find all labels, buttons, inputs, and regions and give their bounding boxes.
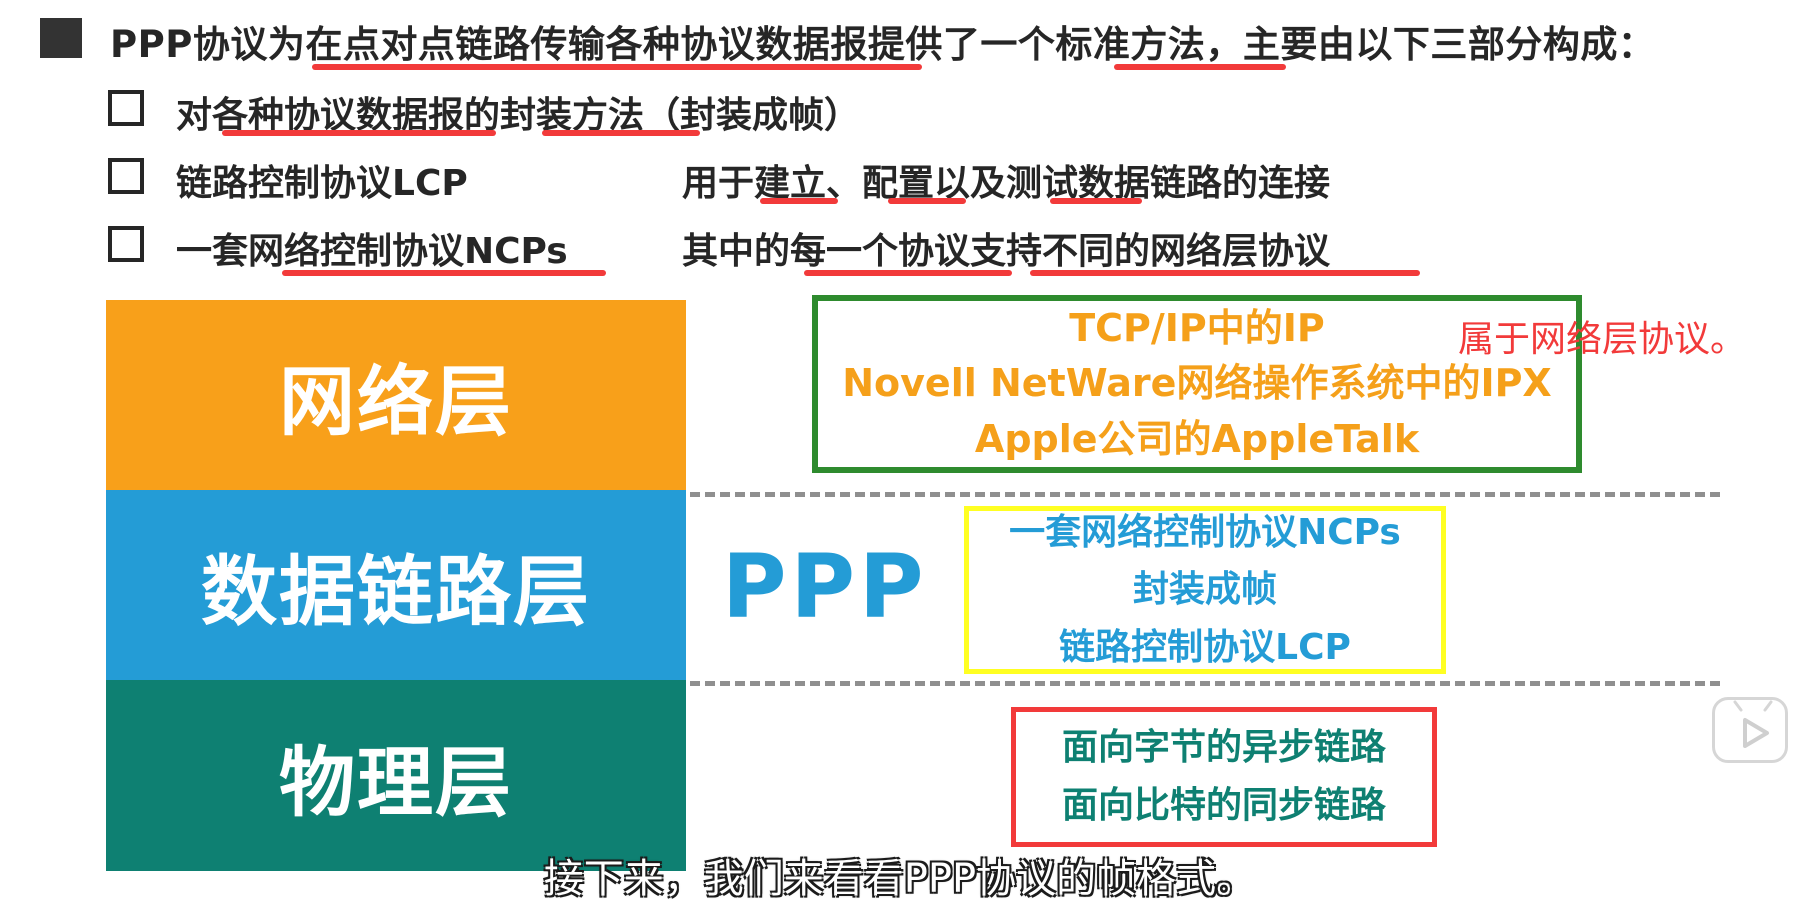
datalink-layer-block: 数据链路层 (106, 490, 686, 680)
ppp-component-item: 封装成帧 (1132, 569, 1277, 611)
ppp-components-box: 一套网络控制协议NCPs 封装成帧 链路控制协议LCP (964, 506, 1446, 674)
physical-link-item: 面向比特的同步链路 (1061, 785, 1386, 826)
network-layer-note: 属于网络层协议。 (1458, 319, 1747, 360)
title-underline-2 (1114, 64, 1286, 70)
bullet-3-underline-3 (1030, 270, 1420, 276)
network-layer-label: 网络层 (279, 357, 513, 446)
network-protocol-item: Apple公司的AppleTalk (974, 416, 1420, 461)
bullet-3-underline-1 (282, 270, 606, 276)
datalink-layer-label: 数据链路层 (201, 547, 591, 636)
network-protocol-item: Novell NetWare网络操作系统中的IPX (842, 361, 1552, 406)
separator-datalink-physical (690, 681, 1720, 686)
ppp-component-item: 一套网络控制协议NCPs (1009, 511, 1401, 553)
checkbox-icon (108, 90, 144, 126)
physical-links-box: 面向字节的异步链路 面向比特的同步链路 (1011, 707, 1437, 847)
bullet-3-text: 一套网络控制协议NCPs (176, 231, 568, 272)
slide-title: PPP协议为在点对点链路传输各种协议数据报提供了一个标准方法，主要由以下三部分构… (110, 23, 1656, 66)
bullet-3-desc: 其中的每一个协议支持不同的网络层协议 (682, 231, 1331, 272)
checkbox-icon (108, 226, 144, 262)
video-subtitle: 接下来，我们来看看PPP协议的帧格式。 (543, 856, 1257, 902)
physical-layer-label: 物理层 (279, 737, 513, 827)
bullet-3-underline-2 (804, 270, 1012, 276)
physical-layer-block: 物理层 (106, 680, 686, 871)
checkbox-icon (108, 158, 144, 194)
bullet-1-underline-2 (542, 130, 700, 136)
play-button[interactable] (1712, 697, 1788, 763)
bullet-2-text: 链路控制协议LCP (176, 163, 468, 204)
bullet-2-underline-1 (760, 198, 838, 204)
network-layer-block: 网络层 (106, 300, 686, 490)
bullet-2-underline-3 (1050, 198, 1142, 204)
separator-network-datalink (690, 492, 1720, 497)
ppp-component-item: 链路控制协议LCP (1059, 626, 1351, 668)
ppp-label: PPP (722, 535, 928, 638)
square-bullet-icon (40, 18, 82, 58)
title-underline-1 (312, 64, 922, 70)
network-protocol-item: TCP/IP中的IP (1069, 306, 1325, 351)
play-icon (1733, 700, 1773, 748)
physical-link-item: 面向字节的异步链路 (1061, 727, 1386, 769)
bullet-1-underline-1 (222, 130, 496, 136)
bullet-2-underline-2 (888, 198, 966, 204)
